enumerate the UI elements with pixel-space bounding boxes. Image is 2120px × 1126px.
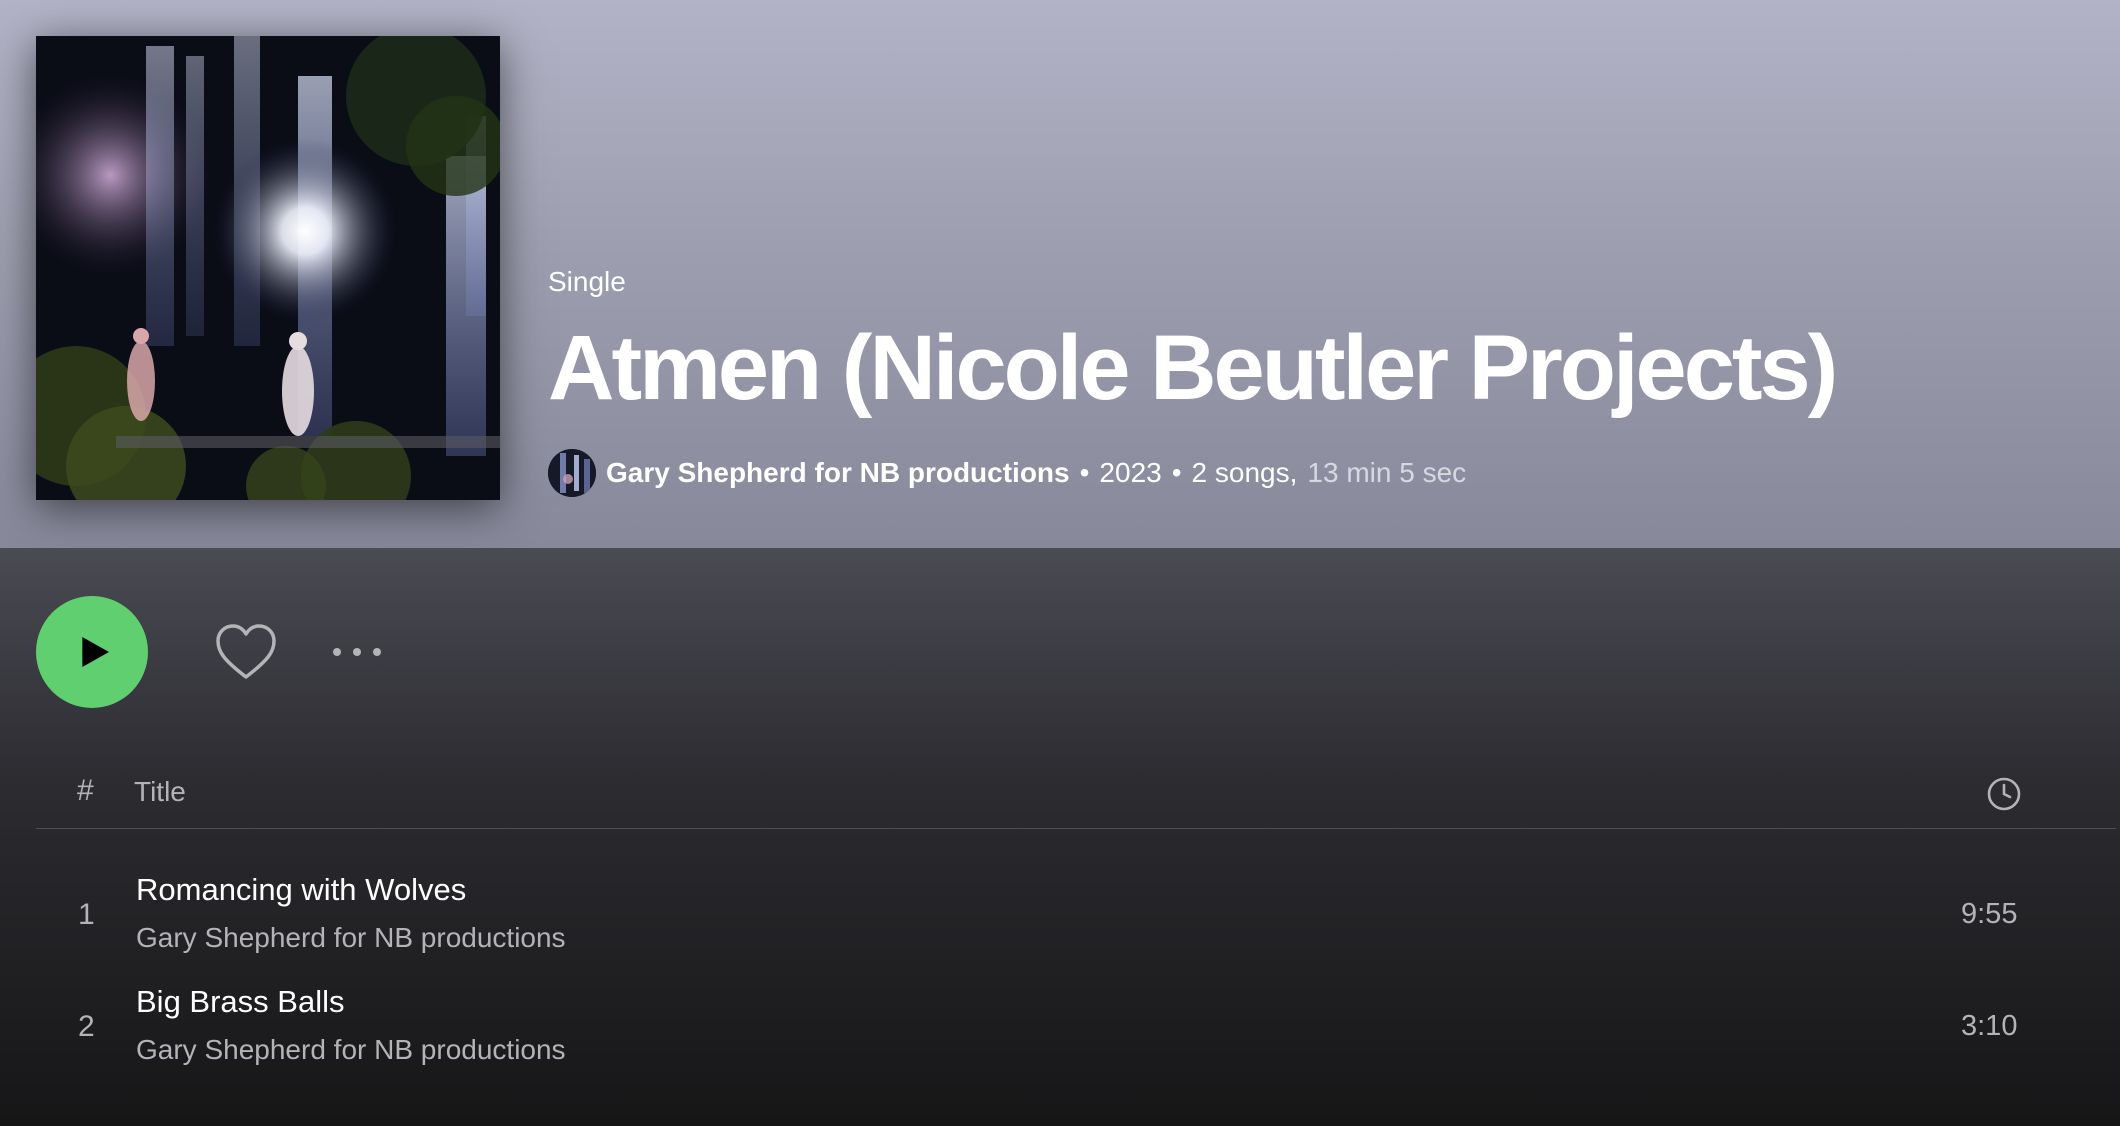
- album-cover[interactable]: [36, 36, 500, 500]
- column-number: #: [77, 774, 94, 807]
- track-duration: 3:10: [1961, 1010, 2018, 1042]
- meta-separator: •: [1079, 457, 1090, 488]
- album-info: Single Atmen (Nicole Beutler Projects) G…: [548, 262, 2088, 498]
- track-number: 2: [78, 1010, 95, 1043]
- album-header: Single Atmen (Nicole Beutler Projects) G…: [0, 0, 2120, 548]
- total-duration: 13 min 5 sec: [1307, 457, 1467, 488]
- release-year: 2023: [1099, 457, 1162, 488]
- more-dots-icon: [333, 648, 381, 656]
- album-title: Atmen (Nicole Beutler Projects): [548, 317, 1838, 419]
- play-icon: [82, 637, 109, 667]
- track-number: 1: [78, 898, 95, 931]
- track-title[interactable]: Big Brass Balls: [136, 984, 344, 1020]
- heart-icon: [216, 624, 276, 679]
- play-button[interactable]: [36, 596, 148, 708]
- artist-link[interactable]: Gary Shepherd for NB productions: [606, 457, 1070, 489]
- action-bar: [36, 596, 392, 708]
- track-table-header: # Title: [36, 766, 2116, 829]
- album-page: Single Atmen (Nicole Beutler Projects) G…: [0, 0, 2120, 1126]
- album-cover-image: [36, 36, 500, 500]
- album-meta: Gary Shepherd for NB productions • 2023 …: [548, 448, 2088, 498]
- track-artist[interactable]: Gary Shepherd for NB productions: [136, 1034, 566, 1066]
- meta-separator: •: [1171, 457, 1182, 488]
- track-row[interactable]: 2 Big Brass Balls Gary Shepherd for NB p…: [36, 974, 2116, 1086]
- track-title[interactable]: Romancing with Wolves: [136, 872, 466, 908]
- track-artist[interactable]: Gary Shepherd for NB productions: [136, 922, 566, 954]
- track-row[interactable]: 1 Romancing with Wolves Gary Shepherd fo…: [36, 862, 2116, 974]
- songs-count: 2 songs,: [1191, 457, 1298, 488]
- artist-avatar[interactable]: [548, 449, 596, 497]
- track-duration: 9:55: [1961, 898, 2018, 930]
- album-type-label: Single: [548, 266, 626, 297]
- column-title: Title: [134, 776, 186, 807]
- clock-icon: [1987, 777, 2021, 811]
- more-options-button[interactable]: [322, 632, 392, 672]
- like-button[interactable]: [210, 616, 282, 688]
